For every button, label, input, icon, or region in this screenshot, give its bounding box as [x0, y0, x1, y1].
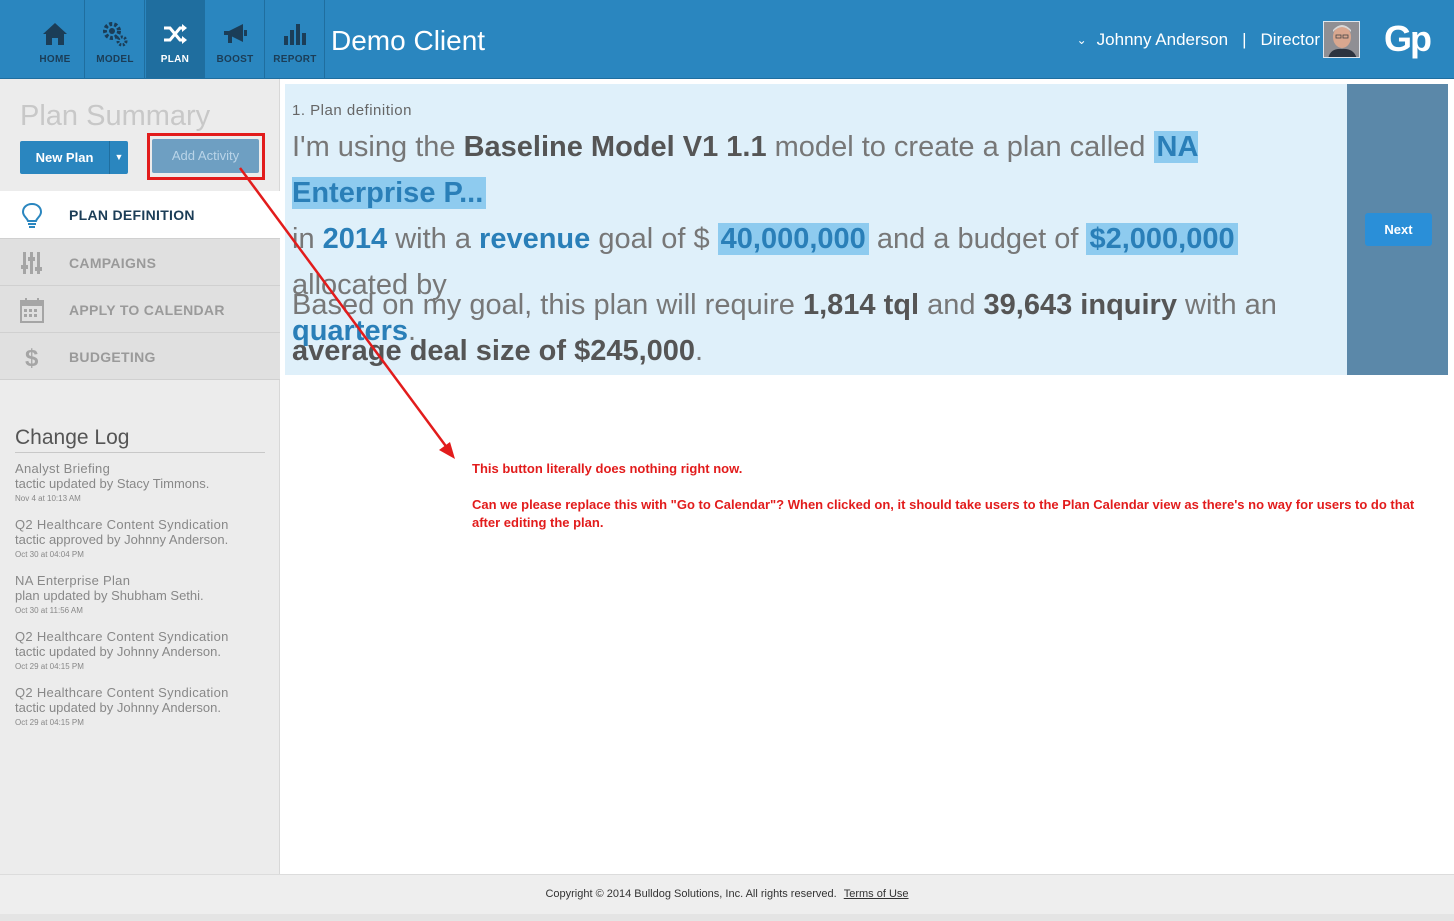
- nav-home-label: HOME: [39, 54, 71, 65]
- caret-down-icon[interactable]: ▼: [109, 141, 128, 174]
- nav-model-label: MODEL: [96, 54, 134, 65]
- new-plan-label[interactable]: New Plan: [20, 141, 109, 174]
- nav-boost-label: BOOST: [216, 54, 254, 65]
- sidebar: Plan Summary New Plan ▼ Add Activity PLA…: [0, 79, 280, 874]
- changelog-item-desc: tactic approved by Johnny Anderson.: [15, 532, 229, 547]
- home-icon: [43, 23, 67, 45]
- sliders-icon: [21, 252, 42, 274]
- nav-report-label: REPORT: [273, 54, 317, 65]
- avatar[interactable]: [1323, 21, 1360, 58]
- user-name[interactable]: Johnny Anderson: [1097, 30, 1228, 50]
- goal-value-field[interactable]: 40,000,000: [717, 223, 869, 255]
- sentence-text: I'm using the: [292, 131, 464, 163]
- sentence-text: and: [919, 289, 984, 321]
- shuffle-icon: [164, 24, 187, 44]
- sidebar-item-apply-to-calendar[interactable]: APPLY TO CALENDAR: [0, 286, 280, 333]
- sentence-text: and a budget of: [868, 223, 1087, 255]
- changelog-item-name: NA Enterprise Plan: [15, 573, 131, 588]
- sidebar-menu: PLAN DEFINITION CAMPAIGNS APPLY TO CALEN…: [0, 191, 280, 380]
- brand-logo[interactable]: Gp: [1384, 18, 1432, 60]
- sentence-text: goal of $: [590, 223, 718, 255]
- copyright-text: Copyright © 2014 Bulldog Solutions, Inc.…: [545, 888, 837, 900]
- inquiry-value: 39,643 inquiry: [983, 289, 1177, 321]
- svg-text:$: $: [25, 345, 39, 370]
- bar-chart-icon: [284, 24, 306, 45]
- changelog-item-date: Oct 29 at 04:15 PM: [15, 718, 84, 727]
- sidebar-item-label: APPLY TO CALENDAR: [69, 302, 225, 318]
- chevron-down-icon[interactable]: ⌄: [1077, 33, 1087, 47]
- changelog-list: Analyst Briefing tactic updated by Stacy…: [15, 461, 270, 741]
- budget-value-field[interactable]: $2,000,000: [1086, 223, 1238, 255]
- plan-definition-panel: 1. Plan definition I'm using the Baselin…: [285, 84, 1347, 375]
- footer: Copyright © 2014 Bulldog Solutions, Inc.…: [0, 874, 1454, 914]
- lightbulb-icon: [21, 202, 43, 228]
- annotation-highlight-box: [147, 133, 265, 180]
- changelog-item-name: Analyst Briefing: [15, 461, 111, 476]
- model-name[interactable]: Baseline Model V1 1.1: [464, 131, 767, 163]
- sentence-text: in: [292, 223, 323, 255]
- nav-home[interactable]: HOME: [26, 0, 85, 78]
- nav-plan[interactable]: PLAN: [146, 0, 205, 78]
- plan-requirement-sentence: Based on my goal, this plan will require…: [292, 282, 1342, 374]
- changelog-item-desc: tactic updated by Johnny Anderson.: [15, 644, 221, 659]
- nav-boost[interactable]: BOOST: [206, 0, 265, 78]
- top-nav-bar: HOME MODEL PLAN BOOST REPORT Demo Client…: [0, 0, 1454, 79]
- changelog-item-date: Oct 30 at 04:04 PM: [15, 550, 84, 559]
- annotation-note: This button literally does nothing right…: [472, 460, 1432, 550]
- nav-model[interactable]: MODEL: [86, 0, 145, 78]
- sidebar-item-plan-definition[interactable]: PLAN DEFINITION: [0, 191, 280, 239]
- sidebar-item-label: BUDGETING: [69, 349, 156, 365]
- terms-of-use-link[interactable]: Terms of Use: [844, 888, 909, 900]
- changelog-item-desc: plan updated by Shubham Sethi.: [15, 588, 204, 603]
- changelog-item-name: Q2 Healthcare Content Syndication: [15, 517, 229, 532]
- changelog-item: Analyst Briefing tactic updated by Stacy…: [15, 461, 270, 503]
- changelog-item-desc: tactic updated by Johnny Anderson.: [15, 700, 221, 715]
- changelog-item-name: Q2 Healthcare Content Syndication: [15, 685, 229, 700]
- dollar-icon: $: [25, 345, 39, 370]
- changelog-item: Q2 Healthcare Content Syndication tactic…: [15, 629, 270, 671]
- step-label: 1. Plan definition: [292, 102, 412, 119]
- changelog-item-date: Oct 30 at 11:56 AM: [15, 606, 83, 615]
- changelog-item: NA Enterprise Plan plan updated by Shubh…: [15, 573, 270, 615]
- changelog-item-name: Q2 Healthcare Content Syndication: [15, 629, 229, 644]
- annotation-line-1: This button literally does nothing right…: [472, 461, 743, 476]
- changelog-item-date: Nov 4 at 10:13 AM: [15, 494, 81, 503]
- annotation-line-2: Can we please replace this with "Go to C…: [472, 497, 1415, 530]
- avatar-image: [1324, 22, 1359, 57]
- calendar-icon: [20, 298, 44, 323]
- deal-size-value: average deal size of $245,000: [292, 335, 696, 367]
- nav-report[interactable]: REPORT: [266, 0, 325, 78]
- megaphone-icon: [224, 24, 247, 43]
- goal-type-selector[interactable]: revenue: [479, 223, 590, 255]
- user-separator: |: [1242, 30, 1247, 49]
- changelog-item-desc: tactic updated by Stacy Timmons.: [15, 476, 210, 491]
- sentence-text: with a: [387, 223, 480, 255]
- next-panel: Next: [1347, 84, 1448, 375]
- sidebar-item-campaigns[interactable]: CAMPAIGNS: [0, 239, 280, 286]
- sidebar-title: Plan Summary: [20, 100, 211, 132]
- sentence-text: with an: [1176, 289, 1277, 321]
- sidebar-item-label: PLAN DEFINITION: [69, 207, 195, 223]
- bottom-strip: [0, 914, 1454, 921]
- tql-value: 1,814 tql: [802, 289, 920, 321]
- gears-icon: [103, 22, 128, 47]
- changelog-title: Change Log: [15, 426, 265, 453]
- changelog-item-date: Oct 29 at 04:15 PM: [15, 662, 84, 671]
- user-menu[interactable]: ⌄ Johnny Anderson | Director: [1077, 30, 1320, 50]
- client-title: Demo Client: [331, 25, 486, 56]
- sidebar-item-label: CAMPAIGNS: [69, 255, 157, 271]
- nav-plan-label: PLAN: [160, 54, 190, 65]
- next-button[interactable]: Next: [1365, 213, 1432, 246]
- changelog-item: Q2 Healthcare Content Syndication tactic…: [15, 517, 270, 559]
- user-role: Director: [1260, 30, 1320, 49]
- changelog-item: Q2 Healthcare Content Syndication tactic…: [15, 685, 270, 727]
- new-plan-button[interactable]: New Plan ▼: [20, 141, 128, 174]
- sentence-text: Based on my goal, this plan will require: [292, 289, 803, 321]
- sentence-text: model to create a plan called: [766, 131, 1154, 163]
- year-selector[interactable]: 2014: [323, 223, 388, 255]
- sidebar-item-budgeting[interactable]: $ BUDGETING: [0, 333, 280, 380]
- sentence-text: .: [695, 335, 704, 367]
